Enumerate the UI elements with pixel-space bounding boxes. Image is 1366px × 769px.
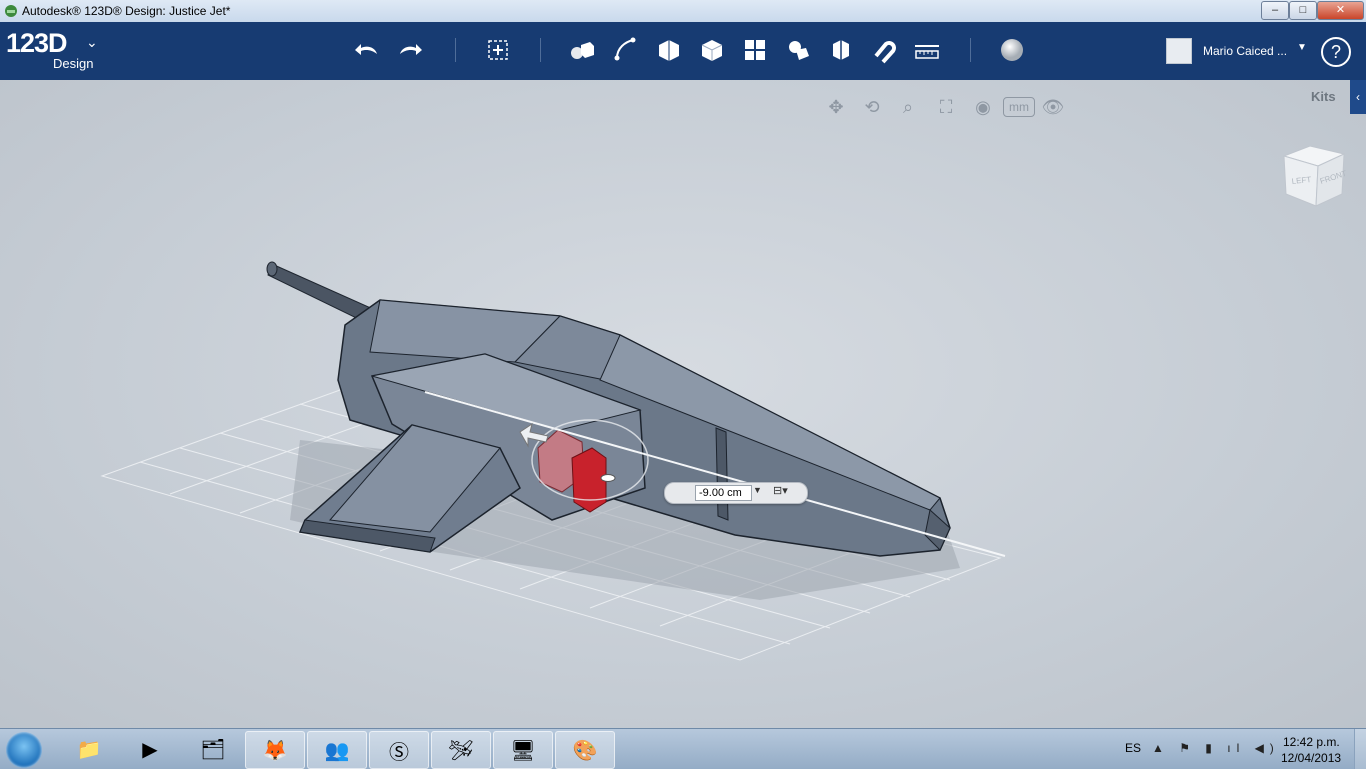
clock-time[interactable]: 12:42 p.m. bbox=[1283, 735, 1340, 749]
123d-design-taskbar-icon[interactable]: 🛩 bbox=[431, 731, 491, 769]
firefox-taskbar-icon[interactable]: 🦊 bbox=[245, 731, 305, 769]
undo-icon bbox=[355, 44, 377, 55]
combine-button[interactable] bbox=[826, 34, 856, 66]
app-icon bbox=[5, 5, 17, 17]
manipulator-handle bbox=[600, 474, 616, 482]
grouping-button[interactable] bbox=[783, 34, 813, 66]
show-desktop-button[interactable] bbox=[1354, 729, 1366, 769]
material-button[interactable] bbox=[997, 34, 1027, 66]
explorer-taskbar-icon[interactable]: 📁 bbox=[60, 731, 118, 767]
snap-options-icon[interactable]: ⊟▾ bbox=[773, 484, 799, 500]
media-player-taskbar-icon[interactable]: ▶ bbox=[121, 731, 179, 767]
window-title: Autodesk® 123D® Design: Justice Jet* bbox=[22, 4, 231, 18]
user-menu[interactable]: Mario Caiced ... ▼ bbox=[1166, 38, 1307, 64]
app-menu-logo[interactable]: 123D Design ⌄ bbox=[6, 28, 98, 71]
language-indicator[interactable]: ES bbox=[1125, 741, 1141, 755]
redo-icon bbox=[400, 44, 422, 55]
material-sphere-icon bbox=[1001, 39, 1023, 61]
paint-taskbar-icon[interactable]: 🎨 bbox=[555, 731, 615, 769]
transform-button[interactable] bbox=[483, 34, 513, 66]
avatar bbox=[1166, 38, 1192, 64]
chevron-down-icon[interactable]: ▼ bbox=[753, 485, 762, 495]
toolbar-separator bbox=[455, 38, 456, 62]
modify-button[interactable] bbox=[697, 34, 727, 66]
redo-button[interactable] bbox=[395, 34, 425, 66]
sketch-button[interactable] bbox=[610, 34, 640, 66]
start-button[interactable] bbox=[6, 732, 42, 768]
snap-button[interactable] bbox=[869, 34, 899, 66]
distance-input-widget: -9.00 cm ▼ ⊟▾ bbox=[664, 482, 808, 504]
clock-date[interactable]: 12/04/2013 bbox=[1281, 751, 1341, 765]
chevron-down-icon: ⌄ bbox=[86, 34, 98, 50]
measure-button[interactable] bbox=[912, 34, 942, 66]
distance-input[interactable]: -9.00 cm bbox=[695, 485, 752, 501]
pattern-icon bbox=[745, 40, 765, 60]
3d-viewport[interactable]: ✥ ⟲ ⌕ ⛶ ◉ mm 👁 Kits ‹ LEFT FRONT -9.00 c… bbox=[0, 80, 1366, 728]
magnet-icon bbox=[874, 41, 896, 64]
pattern-button[interactable] bbox=[740, 34, 770, 66]
toolbar-separator bbox=[540, 38, 541, 62]
toolbar-separator bbox=[970, 38, 971, 62]
logo-text: 123D bbox=[6, 28, 68, 58]
transform-icon bbox=[488, 40, 508, 60]
sketch-icon bbox=[614, 37, 636, 61]
messenger-taskbar-icon[interactable]: 👥 bbox=[307, 731, 367, 769]
primitives-icon bbox=[571, 42, 594, 59]
modify-icon bbox=[701, 40, 723, 61]
scene-canvas bbox=[100, 261, 1006, 661]
construct-button[interactable] bbox=[654, 34, 684, 66]
window-title-bar[interactable]: Autodesk® 123D® Design: Justice Jet* – □… bbox=[0, 0, 1366, 23]
chevron-down-icon: ▼ bbox=[1297, 42, 1307, 53]
windows-taskbar: 📁 ▶ 🗂 🦊 👥 Ⓢ 🛩 🖥 🎨 ES ▲ ⚑ ▮ ıl ◀) 12:42 p… bbox=[0, 728, 1366, 769]
undo-button[interactable] bbox=[352, 34, 382, 66]
primitives-button[interactable] bbox=[567, 34, 597, 66]
help-button[interactable]: ? bbox=[1321, 37, 1351, 67]
app-taskbar-icon[interactable]: 🗂 bbox=[184, 731, 242, 767]
close-button[interactable]: ✕ bbox=[1317, 1, 1364, 20]
system-tray-icons[interactable]: ▲ ⚑ ▮ ıl ◀) bbox=[1152, 741, 1280, 755]
construct-icon bbox=[659, 40, 679, 61]
remote-desktop-taskbar-icon[interactable]: 🖥 bbox=[493, 731, 553, 769]
skype-taskbar-icon[interactable]: Ⓢ bbox=[369, 731, 429, 769]
minimize-button[interactable]: – bbox=[1261, 1, 1289, 20]
ruler-icon bbox=[915, 45, 939, 59]
maximize-button[interactable]: □ bbox=[1289, 1, 1317, 20]
user-name: Mario Caiced ... bbox=[1203, 44, 1288, 58]
logo-subtext: Design bbox=[53, 56, 94, 71]
combine-icon bbox=[833, 40, 849, 60]
grouping-icon bbox=[789, 41, 809, 60]
